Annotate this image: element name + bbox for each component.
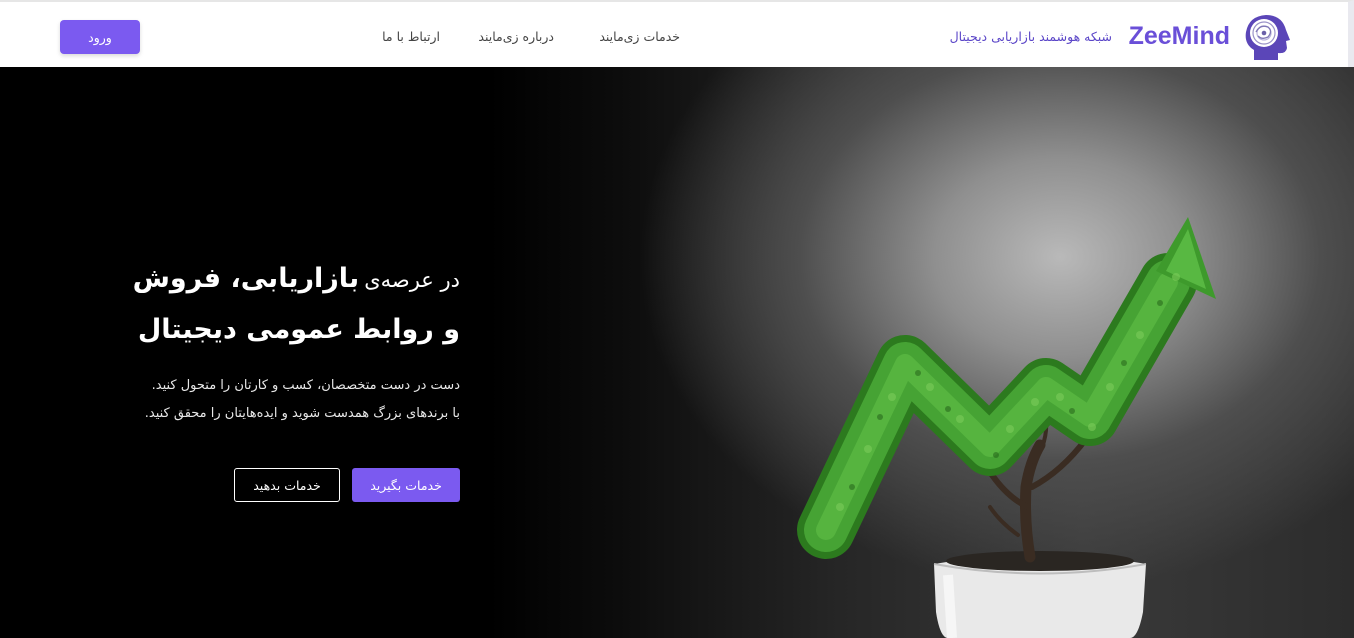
hero-section: در عرصه‌ی بازاریابی، فروش و روابط عمومی … [0,67,1354,638]
hero-headline-strong: بازاریابی، فروش [132,263,360,294]
nav-link-contact[interactable]: ارتباط با ما [376,26,440,48]
hero-headline-prefix: در عرصه‌ی [364,268,460,292]
nav-link-services[interactable]: خدمات زی‌مایند [588,26,680,48]
get-services-button[interactable]: خدمات بگیرید [352,468,460,502]
site-header: ZeeMind شبکه هوشمند بازاریابی دیجیتال خد… [0,0,1354,67]
brand-name[interactable]: ZeeMind [1128,20,1230,52]
hero-description-line-1: دست در دست متخصصان، کسب و کارتان را متحو… [151,378,460,393]
login-button[interactable]: ورود [60,20,140,54]
hero-headline-line-1: در عرصه‌ی بازاریابی، فروش [120,257,460,301]
hero-description-line-2: با برندهای بزرگ همدست شوید و ایده‌هایتان… [144,406,460,421]
offer-services-button[interactable]: خدمات بدهید [234,468,340,502]
nav-link-about[interactable]: درباره زی‌مایند [474,26,554,48]
hero-headline-line-2: و روابط عمومی دیجیتال [137,314,460,345]
brand-tagline: شبکه هوشمند بازاریابی دیجیتال [949,29,1112,44]
head-profile-brain-icon[interactable] [1240,10,1292,64]
